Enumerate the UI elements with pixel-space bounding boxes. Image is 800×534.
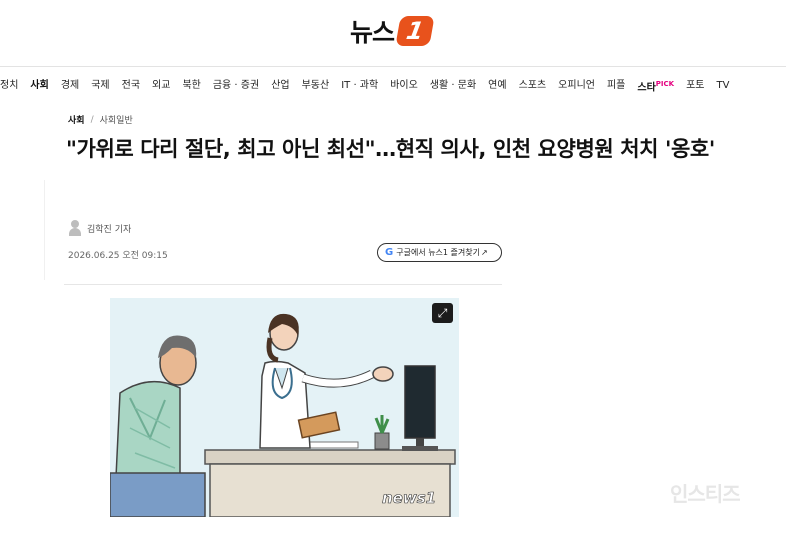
reporter-name[interactable]: 김학진 기자 <box>87 222 131 235</box>
nav-item-label: 경제 <box>60 80 80 91</box>
nav-item-label: 산업 <box>271 80 290 91</box>
nav-item-label: 정치 <box>0 80 19 91</box>
nav-item[interactable]: 포토 <box>686 77 704 95</box>
article-headline: "가위로 다리 절단, 최고 아닌 최선"…현직 의사, 인천 요양병원 처치 … <box>66 137 715 161</box>
nav-item-label: 연예 <box>488 80 507 91</box>
nav-item[interactable]: 스포츠 <box>519 77 547 95</box>
logo-text: 뉴스 <box>350 18 395 47</box>
nav-item-label: 국제 <box>91 80 110 91</box>
nav-item[interactable]: 사회 <box>30 77 48 95</box>
header-divider <box>0 66 786 67</box>
breadcrumb-section[interactable]: 사회 <box>68 113 85 126</box>
site-logo[interactable]: 뉴스 1 <box>350 14 435 48</box>
nav-item[interactable]: 전국 <box>122 77 140 95</box>
nav-item-label: 금융 · 증권 <box>212 80 260 91</box>
byline-divider <box>64 284 502 285</box>
breadcrumb-separator: / <box>90 114 94 125</box>
nav-item-label: 외교 <box>152 80 171 91</box>
nav-item-label: 바이오 <box>390 80 418 91</box>
figure-watermark: news1 <box>382 489 436 507</box>
nav-item[interactable]: 국제 <box>91 77 109 95</box>
nav-item-label: 전국 <box>121 80 141 91</box>
nav-item[interactable]: IT · 과학 <box>341 77 378 95</box>
expand-icon[interactable]: ⤢ <box>432 303 453 323</box>
nav-item-label: 스포츠 <box>518 80 547 91</box>
nav-item-label: 부동산 <box>301 80 330 91</box>
section-nav: 정치 사회 경제 국제 전국 외교 북한 금융 · 증권 산업 부동산 IT · 과학 바이오 생활 ·… <box>0 77 741 95</box>
nav-item[interactable]: 정치 <box>0 77 18 95</box>
nav-item[interactable]: 오피니언 <box>558 77 595 95</box>
nav-item[interactable]: TV <box>717 77 730 95</box>
nav-item-label: 사회 <box>30 80 49 91</box>
nav-item[interactable]: 연예 <box>488 77 506 95</box>
nav-item[interactable]: 바이오 <box>390 77 418 95</box>
nav-item-label: IT · 과학 <box>341 80 379 91</box>
google-favorite-label: 구글에서 뉴스1 즐겨찾기 <box>396 248 480 257</box>
nav-item[interactable]: 산업 <box>271 77 289 95</box>
nav-item-badge: PICK <box>655 79 675 88</box>
nav-item[interactable]: 경제 <box>61 77 79 95</box>
nav-item-label: 스타 <box>637 82 656 94</box>
nav-item[interactable]: 피플 <box>607 77 625 95</box>
nav-item[interactable]: 스타PICK <box>637 75 674 97</box>
nav-item[interactable]: 부동산 <box>302 77 330 95</box>
nav-item[interactable]: 금융 · 증권 <box>213 77 259 95</box>
nav-item-label: 포토 <box>686 80 705 91</box>
byline: 김학진 기자 <box>68 220 131 236</box>
breadcrumb-subsection[interactable]: 사회일반 <box>100 113 133 126</box>
side-divider <box>44 180 45 280</box>
breadcrumb: 사회 / 사회일반 <box>68 113 133 127</box>
doctor-patient-illustration: news1 <box>110 298 459 517</box>
nav-item-label: TV <box>716 80 730 91</box>
external-link-icon: ↗ <box>481 248 488 257</box>
nav-item-label: 생활 · 문화 <box>429 80 477 91</box>
google-favorite-button[interactable]: G 구글에서 뉴스1 즐겨찾기 ↗ <box>377 243 502 262</box>
nav-item[interactable]: 북한 <box>182 77 200 95</box>
logo-badge: 1 <box>395 16 435 46</box>
nav-item[interactable]: 생활 · 문화 <box>430 77 476 95</box>
nav-item[interactable]: 외교 <box>152 77 170 95</box>
nav-item-label: 피플 <box>606 80 626 91</box>
site-watermark: 인스티즈 <box>670 482 741 506</box>
publish-date: 2026.06.25 오전 09:15 <box>68 251 168 261</box>
nav-item-label: 북한 <box>182 80 201 91</box>
reporter-avatar-icon <box>68 220 82 236</box>
nav-item-label: 오피니언 <box>558 80 595 91</box>
google-icon: G <box>385 247 394 258</box>
article-illustration[interactable]: news1 <box>110 298 459 517</box>
